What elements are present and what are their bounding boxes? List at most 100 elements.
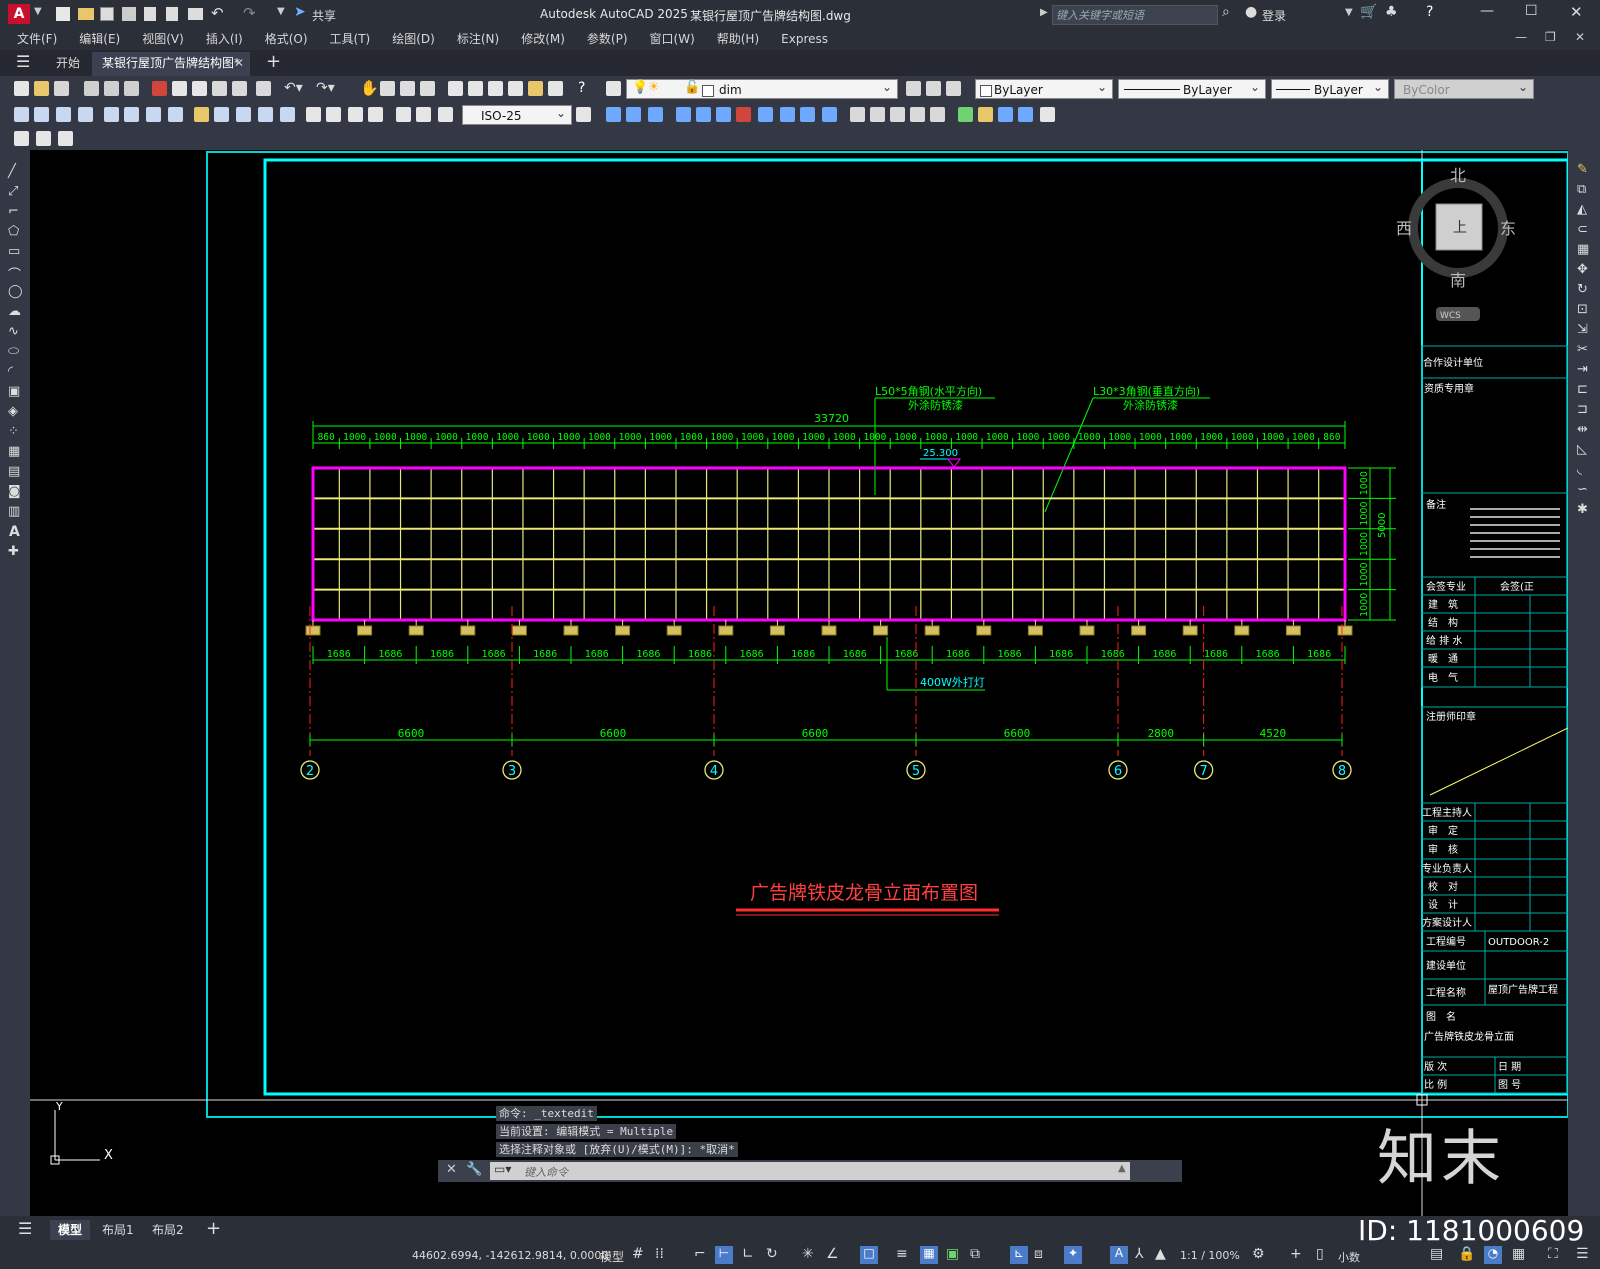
help-icon[interactable]: ? (1426, 4, 1433, 20)
share-icon[interactable]: ➤ (294, 4, 306, 20)
rotate-icon[interactable]: ↻ (1577, 282, 1588, 297)
stretch-icon[interactable]: ⇲ (1577, 322, 1588, 337)
dim-arc-icon[interactable] (56, 107, 71, 122)
add-selected-icon[interactable]: ✚ (8, 544, 19, 559)
match-prop-icon[interactable] (212, 81, 227, 96)
share-button[interactable]: 共享 (312, 7, 336, 24)
view-front-icon[interactable] (606, 107, 621, 122)
user-icon[interactable]: ● (1245, 4, 1257, 20)
dimstyle-manager-icon[interactable] (576, 107, 591, 122)
region-icon[interactable]: ◙ (8, 484, 21, 499)
gizmo-icon[interactable]: ✦ (1064, 1246, 1082, 1264)
infer-icon[interactable]: ⌐ (694, 1246, 706, 1262)
publish-tb-icon[interactable] (124, 81, 139, 96)
snap-icon[interactable]: ⁞⁞ (655, 1246, 664, 1262)
command-history-toggle-icon[interactable]: ▲ (1118, 1163, 1126, 1174)
dim-aligned-icon[interactable] (34, 107, 49, 122)
mtext-icon[interactable]: A (9, 524, 20, 540)
minimize-icon[interactable]: — (1480, 3, 1494, 19)
viewcube-east[interactable]: 东 (1500, 219, 1516, 238)
add-layout-icon[interactable]: + (206, 1218, 221, 1239)
annotation-monitor-icon[interactable]: + (1290, 1246, 1302, 1262)
markup-icon[interactable] (528, 81, 543, 96)
menu-dimension[interactable]: 标注(N) (446, 28, 510, 50)
print-icon[interactable] (84, 81, 99, 96)
coordinates[interactable]: 44602.6994, -142612.9814, 0.0000 (412, 1249, 608, 1262)
spline-icon[interactable]: ∿ (8, 324, 19, 339)
undo-icon[interactable]: ↶ (211, 4, 224, 22)
dyn-ucs-icon[interactable]: ⊾ (1010, 1246, 1028, 1264)
fillet-icon[interactable]: ◟ (1577, 462, 1582, 477)
model-space-toggle[interactable]: 模型 (600, 1248, 624, 1265)
zoom-realtime-icon[interactable] (380, 81, 395, 96)
plot-icon[interactable] (188, 8, 203, 20)
publish-icon[interactable] (144, 7, 156, 21)
dim-radius-icon[interactable] (104, 107, 119, 122)
view-iso4-icon[interactable] (758, 107, 773, 122)
view-top-icon[interactable] (626, 107, 641, 122)
dim-baseline-icon[interactable] (214, 107, 229, 122)
dynamic-input-icon[interactable]: ⊢ (715, 1246, 733, 1264)
dim-angular-icon[interactable] (168, 107, 183, 122)
blend-icon[interactable]: ∽ (1577, 482, 1588, 497)
preview-icon[interactable] (104, 81, 119, 96)
copy-object-icon[interactable]: ⧉ (1577, 182, 1586, 197)
menu-insert[interactable]: 插入(I) (195, 28, 254, 50)
calculator-icon[interactable] (548, 81, 563, 96)
new-file-icon[interactable] (56, 7, 70, 21)
explode-icon[interactable]: ✱ (1577, 502, 1588, 517)
make-current-icon[interactable] (906, 81, 921, 96)
table-style-icon[interactable] (36, 131, 51, 146)
command-input[interactable]: ▭▾ 键入命令 (490, 1162, 1130, 1180)
view-iso3-icon[interactable] (736, 107, 751, 122)
osnap-icon[interactable]: □ (860, 1246, 878, 1264)
menu-express[interactable]: Express (770, 28, 839, 50)
isolate-icon[interactable]: ◔ (1484, 1246, 1502, 1264)
point-icon[interactable]: ⁘ (8, 424, 19, 439)
isodraft-icon[interactable]: ✳ (802, 1246, 814, 1262)
join-icon[interactable]: ⇹ (1577, 422, 1588, 437)
dim-break-icon[interactable] (280, 107, 295, 122)
tolerance-icon[interactable] (306, 107, 321, 122)
help-tb-icon[interactable]: ? (578, 80, 585, 96)
chamfer-icon[interactable]: ◺ (1577, 442, 1587, 457)
cut-icon[interactable] (152, 81, 167, 96)
doc-restore-icon[interactable]: ❐ (1545, 30, 1556, 44)
dim-text-edit-icon[interactable] (416, 107, 431, 122)
layer-previous-icon[interactable] (926, 81, 941, 96)
properties-icon[interactable] (448, 81, 463, 96)
lineweight-toggle-icon[interactable]: ≡ (896, 1246, 908, 1262)
undo-tb-icon[interactable]: ↶▾ (284, 80, 303, 96)
erase-icon[interactable]: ✎ (1577, 162, 1588, 177)
save-tb-icon[interactable] (54, 81, 69, 96)
menu-draw[interactable]: 绘图(D) (381, 28, 446, 50)
tab-layout1[interactable]: 布局1 (94, 1220, 142, 1240)
save-icon[interactable] (100, 7, 114, 21)
menu-parametric[interactable]: 参数(P) (576, 28, 639, 50)
make-block-icon[interactable]: ◈ (8, 404, 18, 419)
redo-tb-icon[interactable]: ↷▾ (316, 80, 335, 96)
copy-icon[interactable] (172, 81, 187, 96)
jogged-linear-icon[interactable] (368, 107, 383, 122)
quick-dim-icon[interactable] (194, 107, 209, 122)
command-close-icon[interactable]: ✕ (446, 1162, 457, 1177)
login-chevron-icon[interactable]: ▼ (1345, 7, 1353, 18)
circle-icon[interactable]: ◯ (8, 284, 23, 299)
qnew-icon[interactable] (14, 81, 29, 96)
doc-close-icon[interactable]: ✕ (1575, 30, 1585, 44)
viewcube-south[interactable]: 南 (1450, 271, 1466, 290)
login-button[interactable]: 登录 (1262, 7, 1286, 24)
zoom-previous-icon[interactable] (420, 81, 435, 96)
mleader-style-icon[interactable] (58, 131, 73, 146)
search-icon[interactable]: ⌕ (1222, 4, 1230, 20)
annotation-visibility-icon[interactable]: A (1110, 1246, 1128, 1264)
menu-format[interactable]: 格式(O) (254, 28, 319, 50)
command-prompt-icon[interactable]: ▭▾ (494, 1162, 511, 1176)
app-menu-chevron-icon[interactable]: ▼ (34, 6, 42, 17)
text-style-icon[interactable] (14, 131, 29, 146)
search-expand-icon[interactable]: ▶ (1040, 7, 1048, 18)
dimstyle-dropdown[interactable]: ISO-25 (462, 103, 572, 125)
app-logo[interactable]: A (8, 4, 30, 24)
menu-tools[interactable]: 工具(T) (319, 28, 382, 50)
auto-scale-icon[interactable]: ⅄ (1135, 1246, 1144, 1262)
